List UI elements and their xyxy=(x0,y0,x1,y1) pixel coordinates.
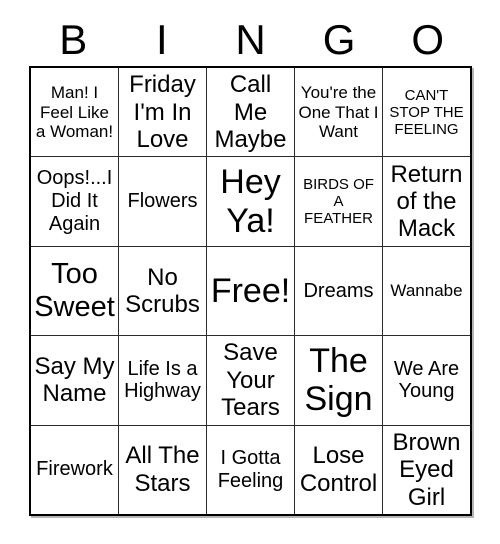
bingo-cell[interactable]: Lose Control xyxy=(295,425,383,515)
bingo-cell[interactable]: Man! I Feel Like a Woman! xyxy=(31,68,119,157)
bingo-header-row: B I N G O xyxy=(29,14,472,66)
bingo-cell[interactable]: Say My Name xyxy=(31,336,119,425)
header-letter-b: B xyxy=(59,16,88,63)
bingo-cell[interactable]: Firework xyxy=(31,425,119,515)
bingo-cell[interactable]: Friday I'm In Love xyxy=(119,68,207,157)
header-letter-o: O xyxy=(411,16,444,63)
bingo-cell[interactable]: Return of the Mack xyxy=(383,157,470,245)
bingo-cell[interactable]: We Are Young xyxy=(383,336,470,424)
bingo-cell[interactable]: Brown Eyed Girl xyxy=(383,426,470,514)
bingo-cell[interactable]: You're the One That I Want xyxy=(295,68,383,157)
bingo-cell[interactable]: Call Me Maybe xyxy=(207,68,295,157)
bingo-cell[interactable]: Dreams xyxy=(295,246,383,336)
bingo-grid: Man! I Feel Like a Woman! Friday I'm In … xyxy=(29,66,472,516)
bingo-cell[interactable]: No Scrubs xyxy=(119,246,207,336)
bingo-cell[interactable]: All The Stars xyxy=(119,425,207,515)
bingo-cell[interactable]: Hey Ya! xyxy=(207,157,295,246)
bingo-cell[interactable]: Too Sweet xyxy=(31,246,119,336)
bingo-cell[interactable]: Flowers xyxy=(119,157,207,246)
bingo-row: Man! I Feel Like a Woman! Friday I'm In … xyxy=(31,68,470,158)
bingo-cell[interactable]: The Sign xyxy=(295,336,383,425)
bingo-cell[interactable]: I Gotta Feeling xyxy=(207,425,295,515)
header-letter-n: N xyxy=(235,16,266,63)
bingo-cell[interactable]: CAN'T STOP THE FEELING xyxy=(383,68,470,156)
bingo-free-space[interactable]: Free! xyxy=(207,246,295,336)
bingo-row: Oops!...I Did It Again Flowers Hey Ya! B… xyxy=(31,157,470,247)
bingo-card: B I N G O Man! I Feel Like a Woman! Frid… xyxy=(0,0,500,544)
header-letter-i: I xyxy=(156,16,168,63)
bingo-cell[interactable]: BIRDS OF A FEATHER xyxy=(295,157,383,246)
bingo-row: Say My Name Life Is a Highway Save Your … xyxy=(31,336,470,426)
bingo-cell[interactable]: Save Your Tears xyxy=(207,336,295,425)
bingo-cell[interactable]: Life Is a Highway xyxy=(119,336,207,425)
bingo-row: Firework All The Stars I Gotta Feeling L… xyxy=(31,425,470,515)
bingo-row: Too Sweet No Scrubs Free! Dreams Wannabe xyxy=(31,246,470,337)
bingo-cell[interactable]: Oops!...I Did It Again xyxy=(31,157,119,246)
bingo-cell[interactable]: Wannabe xyxy=(383,247,470,335)
header-letter-g: G xyxy=(322,16,356,63)
